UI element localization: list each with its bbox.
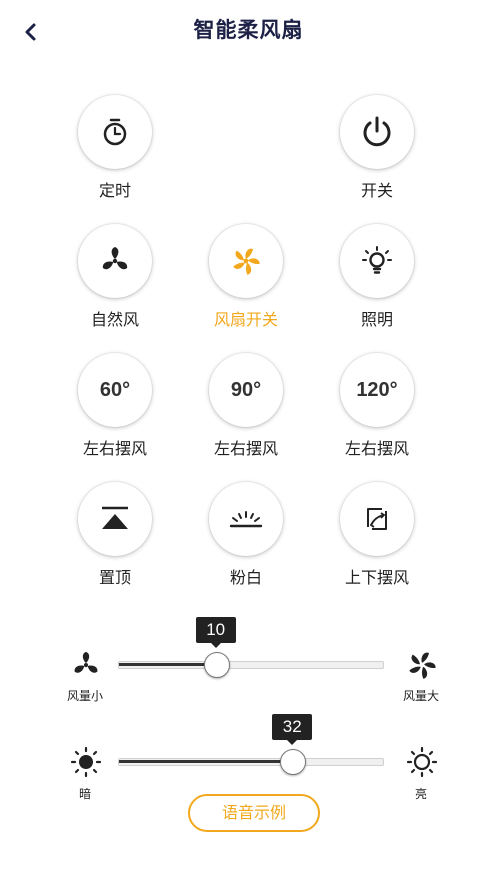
fan-icon (102, 247, 128, 270)
timer-label: 定时 (98, 181, 131, 200)
wind-speed-thumb[interactable] (203, 652, 230, 678)
wind-high-icon-wrap (405, 648, 439, 682)
swing-120-value: 120° (356, 378, 398, 401)
control-vertical-swing: 上下摆风 (314, 482, 444, 602)
control-top: 置顶 (52, 482, 182, 602)
bulb-icon (362, 246, 392, 274)
swing-60-label: 左右摆风 (82, 439, 147, 458)
wind-max-label: 风量大 (402, 689, 439, 703)
power-button[interactable] (340, 95, 414, 169)
control-power: 开关 (314, 95, 444, 215)
vertical-swing-icon (367, 508, 387, 530)
page-title: 智能柔风扇 (193, 18, 304, 42)
control-swing-90: 90° 左右摆风 (183, 353, 313, 473)
vertical-swing-button[interactable] (340, 482, 414, 556)
control-swing-60: 60° 左右摆风 (52, 353, 182, 473)
brightness-min-label: 暗 (78, 787, 91, 801)
wind-speed-fill (119, 663, 217, 666)
control-natural-wind: 自然风 (52, 224, 182, 344)
control-fan-switch: 风扇开关 (183, 224, 313, 344)
lighting-label: 照明 (360, 310, 393, 329)
natural-wind-button[interactable] (78, 224, 152, 298)
wind-speed-track[interactable] (118, 661, 384, 669)
top-button[interactable] (78, 482, 152, 556)
natural-wind-label: 自然风 (90, 310, 139, 329)
swing-90-label: 左右摆风 (213, 439, 278, 458)
control-lighting: 照明 (314, 224, 444, 344)
top-icon (102, 506, 128, 529)
pink-white-button[interactable] (209, 482, 283, 556)
swing-120-button[interactable]: 120° (340, 353, 414, 427)
power-icon (363, 116, 391, 147)
swing-60-value: 60° (99, 378, 131, 401)
fan-switch-button[interactable] (209, 224, 283, 298)
brightness-fill (119, 760, 294, 763)
fan-small-icon (74, 651, 98, 673)
fan-large-icon (409, 652, 436, 679)
voice-example-button[interactable]: 语音示例 (188, 794, 320, 832)
timer-icon (103, 118, 127, 146)
top-label: 置顶 (98, 568, 131, 587)
brightness-thumb[interactable] (280, 749, 307, 775)
control-pink-white: 粉白 (183, 482, 313, 602)
vertical-swing-label: 上下摆风 (344, 568, 409, 587)
brightness-low-icon-wrap (69, 745, 103, 779)
control-timer: 定时 (52, 95, 182, 215)
wind-min-label: 风量小 (66, 689, 103, 703)
control-swing-120: 120° 左右摆风 (314, 353, 444, 473)
wind-low-icon-wrap (69, 648, 103, 682)
swing-60-button[interactable]: 60° (78, 353, 152, 427)
fan-switch-label: 风扇开关 (213, 310, 278, 329)
sunrise-icon (229, 511, 263, 528)
timer-button[interactable] (78, 95, 152, 169)
swing-90-value: 90° (230, 378, 262, 401)
header: 智能柔风扇 (0, 0, 497, 60)
brightness-slider-row: 暗 32 亮 (0, 713, 497, 801)
sun-outline-icon (406, 746, 438, 778)
brightness-max-label: 亮 (414, 787, 427, 801)
brightness-high-icon-wrap (405, 745, 439, 779)
wind-speed-value: 10 (195, 617, 236, 648)
sun-filled-icon (70, 746, 102, 778)
brightness-value: 32 (272, 714, 313, 745)
lighting-button[interactable] (340, 224, 414, 298)
swing-90-button[interactable]: 90° (209, 353, 283, 427)
pink-white-label: 粉白 (229, 568, 262, 587)
power-label: 开关 (360, 181, 393, 200)
brightness-track[interactable] (118, 758, 384, 766)
wind-speed-slider-row: 风量小 10 风量大 (0, 615, 497, 703)
swing-120-label: 左右摆风 (344, 439, 409, 458)
fan-pinwheel-icon (233, 248, 260, 275)
